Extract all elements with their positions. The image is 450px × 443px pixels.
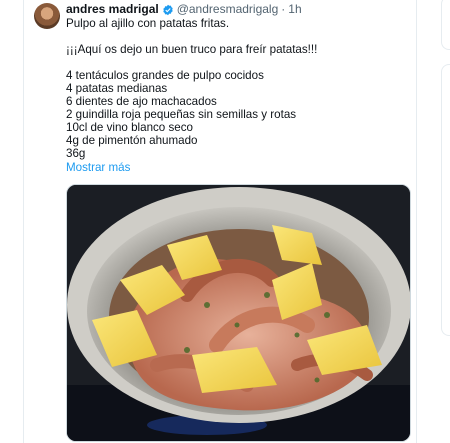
tweet-text-line: 10cl de vino blanco seco	[66, 121, 193, 134]
tweet-text-line	[66, 56, 412, 69]
tweet-text-line: 4g de pimentón ahumado	[66, 134, 198, 147]
tweet-text-line: ¡¡¡Aquí os dejo un buen truco para freír…	[66, 43, 318, 56]
tweet-photo[interactable]	[66, 184, 411, 442]
tweet[interactable]: andres madrigal @andresmadrigalg · 1h Pu…	[24, 0, 416, 443]
timeline-right-border	[416, 0, 417, 443]
food-photo-illustration	[67, 185, 410, 441]
sidebar-card-top	[441, 0, 450, 50]
verified-badge-icon	[163, 4, 173, 15]
tweet-text-line: 36g	[66, 147, 86, 160]
tweet-text-line: Pulpo al ajillo con patatas fritas.	[66, 17, 230, 30]
tweet-text: Pulpo al ajillo con patatas fritas. ¡¡¡A…	[66, 17, 412, 160]
sidebar-card-bottom	[441, 64, 450, 336]
tweet-text-line: 4 patatas medianas	[66, 82, 168, 95]
tweet-text-line	[66, 30, 412, 43]
separator-dot: ·	[281, 2, 286, 16]
author-handle[interactable]: @andresmadrigalg	[177, 2, 279, 17]
tweet-text-line: 4 tentáculos grandes de pulpo cocidos	[66, 69, 264, 82]
author-name[interactable]: andres madrigal	[66, 2, 159, 17]
show-more-link[interactable]: Mostrar más	[66, 161, 412, 174]
tweet-header: andres madrigal @andresmadrigalg · 1h	[66, 2, 412, 17]
tweet-text-line: 2 guindilla roja pequeñas sin semillas y…	[66, 108, 297, 121]
tweet-text-line: 6 dientes de ajo machacados	[66, 95, 217, 108]
avatar[interactable]	[34, 3, 60, 29]
tweet-content: andres madrigal @andresmadrigalg · 1h Pu…	[66, 2, 412, 174]
timestamp[interactable]: 1h	[288, 2, 301, 17]
